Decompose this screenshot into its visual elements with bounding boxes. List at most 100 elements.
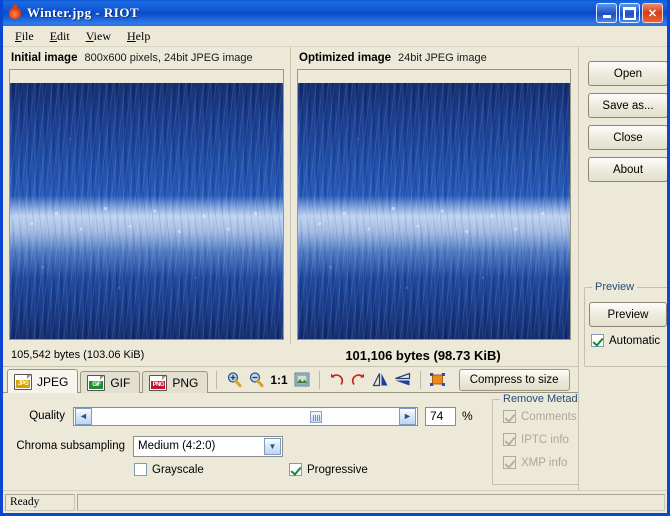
toolbar-separator-2 (318, 370, 320, 389)
tab-jpeg[interactable]: JPG JPEG (7, 369, 79, 393)
optimized-image-canvas-margin (298, 70, 570, 83)
status-second-panel (77, 493, 665, 511)
menu-edit[interactable]: Edit (42, 27, 78, 46)
rotate-right-button[interactable] (348, 370, 370, 390)
png-file-icon: PNG (149, 374, 168, 391)
optimized-image-canvas[interactable] (297, 69, 571, 340)
optimized-image-pane: Optimized image 24bit JPEG image (290, 47, 577, 344)
tab-png[interactable]: PNG PNG (142, 371, 209, 393)
progressive-checkbox-box[interactable] (289, 463, 302, 476)
iptc-label: IPTC info (521, 433, 569, 446)
rotate-left-button[interactable] (326, 370, 348, 390)
window-body: Initial image 800x600 pixels, 24bit JPEG… (3, 47, 667, 491)
resize-icon (430, 373, 446, 386)
zoom-out-icon (249, 372, 264, 388)
automatic-checkbox-box[interactable] (591, 334, 604, 347)
initial-file-size: 105,542 bytes (103.06 KiB) (11, 349, 145, 361)
tab-jpeg-label: JPEG (37, 374, 69, 389)
zoom-out-button[interactable] (245, 370, 267, 390)
file-size-row: 105,542 bytes (103.06 KiB) 101,106 bytes… (3, 344, 578, 367)
quality-slider-right-arrow[interactable]: ► (399, 407, 416, 425)
riot-main-window: Winter.jpg - RIOT ✕ File Edit View Help … (0, 0, 670, 516)
preview-group-title: Preview (592, 281, 638, 293)
grayscale-checkbox[interactable]: Grayscale (134, 463, 204, 476)
toolbar-separator-1 (216, 370, 218, 389)
compress-to-size-button[interactable]: Compress to size (458, 368, 570, 391)
initial-image-meta: 800x600 pixels, 24bit JPEG image (84, 52, 253, 64)
initial-image-canvas[interactable] (9, 69, 284, 340)
initial-image-header: Initial image 800x600 pixels, 24bit JPEG… (3, 47, 290, 69)
quality-slider-track[interactable] (93, 408, 398, 425)
jpeg-options-panel: Quality ◄ ► 74 % Chroma subsampling Medi… (3, 393, 667, 491)
optimized-image-title: Optimized image (299, 52, 392, 64)
format-tab-strip: JPG JPEG GIF GIF PNG PNG 1:1 Compress to… (3, 367, 578, 393)
comments-checkbox-box (503, 410, 516, 423)
quality-slider-left-arrow[interactable]: ◄ (75, 407, 92, 425)
close-button[interactable]: ✕ (642, 3, 663, 23)
resize-button[interactable] (427, 370, 449, 390)
flip-vertical-button[interactable] (392, 370, 414, 390)
save-as-button[interactable]: Save as... (588, 93, 667, 118)
jpeg-badge: JPG (16, 379, 30, 388)
optimized-image-header: Optimized image 24bit JPEG image (291, 47, 577, 69)
grayscale-label: Grayscale (152, 463, 204, 476)
window-controls: ✕ (596, 3, 665, 23)
automatic-preview-checkbox[interactable]: Automatic (591, 334, 660, 347)
toolbar-separator-3 (419, 370, 421, 389)
optimized-file-size: 101,106 bytes (98.73 KiB) (345, 347, 501, 363)
app-flame-icon (7, 4, 23, 21)
minimize-button[interactable] (596, 3, 617, 23)
gif-file-icon: GIF (87, 374, 106, 391)
quality-input[interactable]: 74 (425, 406, 456, 426)
progressive-checkbox[interactable]: Progressive (289, 463, 368, 476)
grayscale-checkbox-box[interactable] (134, 463, 147, 476)
optimized-image-bitmap (298, 83, 570, 339)
preview-group: Preview Preview Automatic (584, 281, 667, 367)
quality-slider[interactable]: ◄ ► (73, 406, 418, 426)
metadata-iptc-checkbox: IPTC info (503, 433, 569, 446)
chroma-subsampling-select[interactable]: Medium (4:2:0) ▼ (133, 435, 283, 457)
progressive-label: Progressive (307, 463, 368, 476)
fit-image-button[interactable] (291, 370, 313, 390)
tab-gif[interactable]: GIF GIF (80, 371, 141, 393)
flip-horizontal-icon (372, 373, 388, 387)
close-icon: ✕ (647, 7, 658, 20)
actual-size-button[interactable]: 1:1 (270, 373, 287, 387)
menu-file[interactable]: File (7, 27, 42, 46)
status-bar: Ready (3, 490, 667, 513)
right-side-panel: Open Save as... Close About Preview Prev… (578, 47, 667, 491)
image-panes: Initial image 800x600 pixels, 24bit JPEG… (3, 47, 578, 344)
jpeg-file-icon: JPG (14, 373, 32, 390)
zoom-in-icon (227, 372, 242, 388)
quality-label: Quality (29, 410, 65, 422)
comments-label: Comments (521, 410, 577, 423)
menu-view[interactable]: View (78, 27, 119, 46)
open-button[interactable]: Open (588, 61, 667, 86)
menu-edit-rest: dit (57, 28, 70, 43)
initial-image-pane: Initial image 800x600 pixels, 24bit JPEG… (3, 47, 290, 344)
left-column: Initial image 800x600 pixels, 24bit JPEG… (3, 47, 667, 491)
automatic-label: Automatic (609, 334, 661, 347)
about-button[interactable]: About (588, 157, 667, 182)
quality-slider-thumb[interactable] (310, 410, 322, 423)
menu-bar: File Edit View Help (3, 26, 667, 47)
tab-png-label: PNG (172, 375, 199, 390)
preview-button[interactable]: Preview (589, 302, 667, 327)
close-file-button[interactable]: Close (588, 125, 667, 150)
tab-gif-label: GIF (110, 375, 131, 390)
optimized-image-meta: 24bit JPEG image (398, 52, 487, 64)
zoom-in-button[interactable] (223, 370, 245, 390)
optimized-image-texture (298, 83, 570, 339)
menu-file-rest: ile (21, 28, 34, 43)
menu-help-rest: elp (135, 28, 151, 43)
chroma-subsampling-value: Medium (4:2:0) (138, 440, 216, 452)
flip-vertical-icon (395, 372, 411, 386)
status-text: Ready (5, 493, 75, 511)
chroma-subsampling-label: Chroma subsampling (16, 440, 125, 452)
flip-horizontal-button[interactable] (370, 370, 392, 390)
chevron-down-icon[interactable]: ▼ (264, 437, 281, 455)
maximize-button[interactable] (619, 3, 640, 23)
rotate-right-icon (352, 373, 365, 385)
initial-image-texture (10, 83, 283, 339)
menu-help[interactable]: Help (119, 27, 158, 46)
